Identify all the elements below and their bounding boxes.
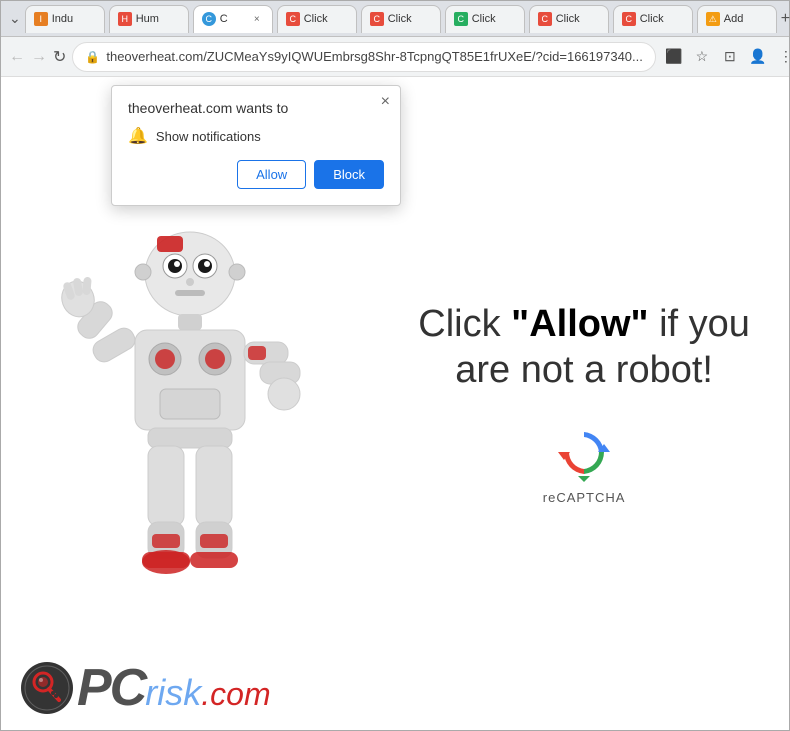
- back-button[interactable]: ←: [9, 43, 25, 71]
- tab-indu[interactable]: I Indu: [25, 5, 105, 33]
- lock-icon: 🔒: [85, 50, 100, 64]
- url-text: theoverheat.com/ZUCMeaYs9yIQWUEmbrsg8Shr…: [106, 49, 643, 64]
- tab-favicon-indu: I: [34, 12, 48, 26]
- permission-text: Show notifications: [156, 129, 261, 144]
- forward-button[interactable]: →: [31, 43, 47, 71]
- captcha-text-before: Click: [418, 303, 511, 345]
- pcrisk-risk: risk: [145, 672, 201, 714]
- tab-label-add: Add: [724, 13, 744, 25]
- popup-close-button[interactable]: ×: [381, 94, 390, 110]
- tab-click3[interactable]: C Click: [445, 5, 525, 33]
- tab-add[interactable]: ⚠ Add: [697, 5, 777, 33]
- captcha-text-bold: "Allow": [511, 303, 648, 345]
- tab-label-indu: Indu: [52, 13, 73, 25]
- tab-label-active: C: [220, 13, 228, 25]
- browser-window: ⌄ I Indu H Hum C C × C Click C Click C C…: [0, 0, 790, 731]
- pcrisk-dotcom: .com: [201, 676, 270, 713]
- captcha-message: Click "Allow" if you are not a robot!: [399, 302, 769, 393]
- tab-label-hum: Hum: [136, 13, 159, 25]
- tab-label-click5: Click: [640, 13, 664, 25]
- tab-label-click2: Click: [388, 13, 412, 25]
- new-tab-button[interactable]: +: [781, 5, 790, 33]
- tab-click2[interactable]: C Click: [361, 5, 441, 33]
- tab-label-click1: Click: [304, 13, 328, 25]
- nav-bar: ← → ↻ 🔒 theoverheat.com/ZUCMeaYs9yIQWUEm…: [1, 37, 789, 77]
- menu-button[interactable]: ⋮: [774, 45, 790, 69]
- refresh-button[interactable]: ↻: [53, 43, 66, 71]
- tab-close-btn[interactable]: ×: [250, 12, 264, 26]
- tab-favicon-add: ⚠: [706, 12, 720, 26]
- extensions-button[interactable]: ⬛: [662, 45, 686, 69]
- pcrisk-logo-icon: [21, 662, 73, 714]
- tab-favicon-click1: C: [286, 12, 300, 26]
- pcrisk-watermark: PCrisk.com: [21, 658, 271, 718]
- tab-click4[interactable]: C Click: [529, 5, 609, 33]
- tab-favicon-click3: C: [454, 12, 468, 26]
- bell-icon: 🔔: [128, 126, 148, 146]
- profile-button[interactable]: 👤: [746, 45, 770, 69]
- tab-favicon-click4: C: [538, 12, 552, 26]
- bookmark-button[interactable]: ☆: [690, 45, 714, 69]
- tab-label-click3: Click: [472, 13, 496, 25]
- pcrisk-text: PCrisk.com: [77, 658, 271, 718]
- popup-permission-row: 🔔 Show notifications: [128, 126, 384, 146]
- title-bar: ⌄ I Indu H Hum C C × C Click C Click C C…: [1, 1, 789, 37]
- tab-favicon-hum: H: [118, 12, 132, 26]
- page-right: Click "Allow" if you are not a robot!: [379, 77, 789, 730]
- address-actions: ⬛ ☆ ⊡ 👤 ⋮: [662, 45, 790, 69]
- recaptcha-container: reCAPTCHA: [543, 424, 626, 505]
- tab-click1[interactable]: C Click: [277, 5, 357, 33]
- browser-content: theoverheat.com wants to × 🔔 Show notifi…: [1, 77, 789, 730]
- popup-title: theoverheat.com wants to: [128, 100, 384, 116]
- cast-button[interactable]: ⊡: [718, 45, 742, 69]
- allow-button[interactable]: Allow: [237, 160, 306, 189]
- pcrisk-pc: PC: [77, 658, 145, 718]
- tab-hum[interactable]: H Hum: [109, 5, 189, 33]
- tab-click5[interactable]: C Click: [613, 5, 693, 33]
- tab-label-click4: Click: [556, 13, 580, 25]
- tab-favicon-click5: C: [622, 12, 636, 26]
- robot-illustration: [60, 194, 320, 614]
- tab-chevron[interactable]: ⌄: [9, 7, 21, 31]
- tab-active[interactable]: C C ×: [193, 5, 273, 33]
- popup-actions: Allow Block: [128, 160, 384, 189]
- block-button[interactable]: Block: [314, 160, 384, 189]
- address-bar[interactable]: 🔒 theoverheat.com/ZUCMeaYs9yIQWUEmbrsg8S…: [72, 42, 655, 72]
- notification-popup: theoverheat.com wants to × 🔔 Show notifi…: [111, 85, 401, 206]
- tab-favicon-click2: C: [370, 12, 384, 26]
- recaptcha-label: reCAPTCHA: [543, 490, 626, 505]
- tab-favicon-active: C: [202, 12, 216, 26]
- recaptcha-icon: [554, 424, 614, 484]
